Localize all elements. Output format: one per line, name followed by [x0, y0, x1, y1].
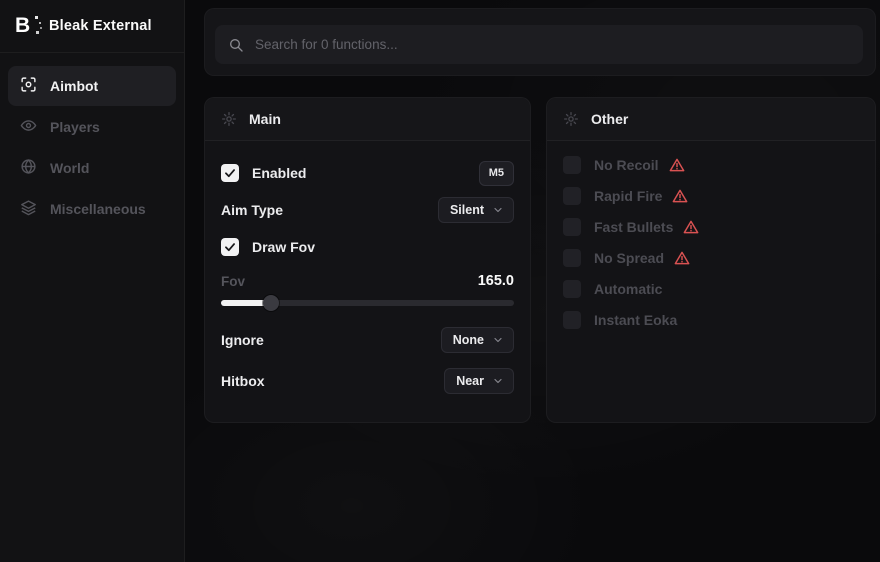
gear-icon	[563, 111, 579, 127]
other-panel-title: Other	[591, 111, 628, 127]
warning-icon	[674, 250, 690, 266]
sidebar-item-world[interactable]: World	[8, 148, 176, 188]
chevron-down-icon	[492, 204, 504, 216]
main-panel-header: Main	[205, 98, 530, 141]
sidebar-item-label: World	[50, 160, 89, 176]
enabled-row: Enabled M5	[221, 159, 514, 187]
rapid-fire-label: Rapid Fire	[594, 188, 662, 204]
ignore-dropdown[interactable]: None	[441, 327, 514, 353]
ignore-row: Ignore None	[221, 326, 514, 354]
draw-fov-row: Draw Fov	[221, 233, 514, 261]
focus-icon	[20, 76, 37, 96]
rapid-fire-checkbox[interactable]	[563, 187, 581, 205]
no-recoil-row: No Recoil	[563, 150, 859, 180]
aim-type-row: Aim Type Silent	[221, 196, 514, 224]
fast-bullets-label: Fast Bullets	[594, 219, 673, 235]
aim-type-value: Silent	[450, 203, 484, 217]
fast-bullets-row: Fast Bullets	[563, 212, 859, 242]
enabled-label: Enabled	[252, 165, 306, 181]
globe-icon	[20, 158, 37, 178]
hitbox-dropdown[interactable]: Near	[444, 368, 514, 394]
warning-icon	[669, 157, 685, 173]
fov-label: Fov	[221, 274, 245, 289]
other-panel: Other No Recoil Rapid Fire Fast Bullets …	[546, 97, 876, 423]
automatic-checkbox[interactable]	[563, 280, 581, 298]
hitbox-value: Near	[456, 374, 484, 388]
no-spread-row: No Spread	[563, 243, 859, 273]
main-panel-title: Main	[249, 111, 281, 127]
ignore-value: None	[453, 333, 484, 347]
fov-slider-thumb[interactable]	[263, 295, 279, 311]
warning-icon	[683, 219, 699, 235]
eye-icon	[20, 117, 37, 137]
sidebar-item-players[interactable]: Players	[8, 107, 176, 147]
sidebar-item-aimbot[interactable]: Aimbot	[8, 66, 176, 106]
other-panel-header: Other	[547, 98, 875, 141]
layers-icon	[20, 199, 37, 219]
enabled-keybind-button[interactable]: M5	[479, 161, 514, 186]
gear-icon	[221, 111, 237, 127]
no-recoil-checkbox[interactable]	[563, 156, 581, 174]
instant-eoka-label: Instant Eoka	[594, 312, 677, 328]
aim-type-label: Aim Type	[221, 202, 283, 218]
search-panel	[204, 8, 876, 76]
fov-slider-row	[221, 294, 514, 312]
chevron-down-icon	[492, 375, 504, 387]
hitbox-label: Hitbox	[221, 373, 265, 389]
sidebar-header: B Bleak External	[0, 0, 184, 53]
sidebar-item-label: Miscellaneous	[50, 201, 146, 217]
search-box[interactable]	[215, 25, 863, 64]
instant-eoka-checkbox[interactable]	[563, 311, 581, 329]
draw-fov-checkbox[interactable]	[221, 238, 239, 256]
no-spread-label: No Spread	[594, 250, 664, 266]
enabled-checkbox[interactable]	[221, 164, 239, 182]
warning-icon	[672, 188, 688, 204]
content-area: Main Enabled M5 Aim Type Silent Draw Fov	[185, 0, 880, 562]
chevron-down-icon	[492, 334, 504, 346]
instant-eoka-row: Instant Eoka	[563, 305, 859, 335]
rapid-fire-row: Rapid Fire	[563, 181, 859, 211]
automatic-label: Automatic	[594, 281, 662, 297]
sidebar: B Bleak External Aimbot Players World Mi…	[0, 0, 185, 562]
no-recoil-label: No Recoil	[594, 157, 659, 173]
search-icon	[228, 37, 244, 53]
sidebar-item-label: Aimbot	[50, 78, 98, 94]
sidebar-nav: Aimbot Players World Miscellaneous	[0, 53, 184, 242]
fov-value: 165.0	[478, 273, 514, 289]
app-logo-icon: B	[15, 14, 37, 38]
no-spread-checkbox[interactable]	[563, 249, 581, 267]
main-panel: Main Enabled M5 Aim Type Silent Draw Fov	[204, 97, 531, 423]
sidebar-item-label: Players	[50, 119, 100, 135]
search-input[interactable]	[255, 37, 850, 52]
ignore-label: Ignore	[221, 332, 264, 348]
draw-fov-label: Draw Fov	[252, 239, 315, 255]
sidebar-item-miscellaneous[interactable]: Miscellaneous	[8, 189, 176, 229]
fov-row: Fov 165.0	[221, 271, 514, 291]
fast-bullets-checkbox[interactable]	[563, 218, 581, 236]
automatic-row: Automatic	[563, 274, 859, 304]
fov-slider[interactable]	[221, 295, 514, 311]
app-title: Bleak External	[49, 18, 152, 34]
hitbox-row: Hitbox Near	[221, 367, 514, 395]
aim-type-dropdown[interactable]: Silent	[438, 197, 514, 223]
